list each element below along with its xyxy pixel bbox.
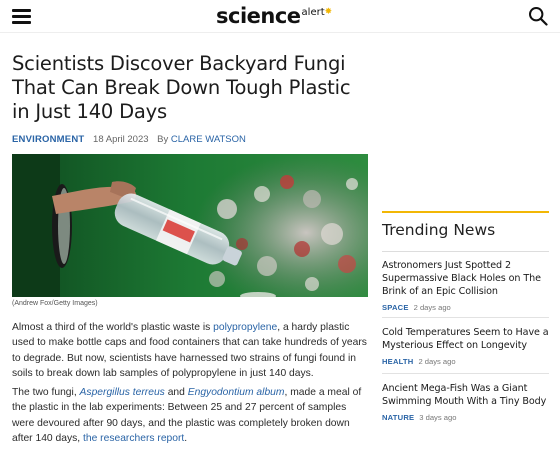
image-credit: (Andrew Fox/Getty Images) xyxy=(12,300,98,307)
trending-item-meta: HEALTH 2 days ago xyxy=(382,357,549,366)
paragraph-1: Almost a third of the world's plastic wa… xyxy=(12,322,367,379)
trending-sidebar: Trending News Astronomers Just Spotted 2… xyxy=(382,211,549,428)
trending-item[interactable]: Astronomers Just Spotted 2 Supermassive … xyxy=(382,252,549,318)
trending-item-category[interactable]: NATURE xyxy=(382,413,414,422)
species-name-1[interactable]: Aspergillus terreus xyxy=(80,387,165,398)
trending-title: Trending News xyxy=(382,220,549,252)
article-header: Scientists Discover Backyard Fungi That … xyxy=(12,52,368,146)
trending-item-time: 2 days ago xyxy=(418,357,456,366)
trending-item-category[interactable]: SPACE xyxy=(382,303,409,312)
trending-item-category[interactable]: HEALTH xyxy=(382,357,413,366)
site-logo[interactable]: science alert ✸ xyxy=(216,4,332,28)
trending-item-title[interactable]: Ancient Mega-Fish Was a Giant Swimming M… xyxy=(382,382,549,408)
byline-prefix: By xyxy=(157,134,169,145)
polypropylene-link[interactable]: polypropylene xyxy=(213,322,277,333)
trending-item-title[interactable]: Astronomers Just Spotted 2 Supermassive … xyxy=(382,259,549,298)
trending-item-time: 3 days ago xyxy=(419,413,457,422)
article-body: Almost a third of the world's plastic wa… xyxy=(12,320,368,450)
author-link[interactable]: CLARE WATSON xyxy=(171,134,246,145)
researchers-report-link[interactable]: the researchers report xyxy=(83,433,184,444)
hero-image xyxy=(12,154,368,297)
publish-date: 18 April 2023 xyxy=(93,134,149,145)
trending-item-meta: NATURE 3 days ago xyxy=(382,413,549,422)
hamburger-menu-icon[interactable] xyxy=(12,9,31,24)
site-header: science alert ✸ xyxy=(0,0,560,33)
article-meta: ENVIRONMENT 18 April 2023 By CLARE WATSO… xyxy=(12,134,368,146)
paragraph-2: The two fungi, Aspergillus terreus and E… xyxy=(12,387,362,445)
trending-item-title[interactable]: Cold Temperatures Seem to Have a Mysteri… xyxy=(382,326,549,352)
logo-wordmark: science xyxy=(216,4,301,28)
article-headline: Scientists Discover Backyard Fungi That … xyxy=(12,52,351,123)
trending-item-meta: SPACE 2 days ago xyxy=(382,303,549,312)
category-link[interactable]: ENVIRONMENT xyxy=(12,134,84,145)
trending-accent-rule xyxy=(382,211,549,213)
trending-item[interactable]: Ancient Mega-Fish Was a Giant Swimming M… xyxy=(382,374,549,428)
trending-item[interactable]: Cold Temperatures Seem to Have a Mysteri… xyxy=(382,318,549,374)
spark-icon: ✸ xyxy=(324,6,333,16)
logo-alert-text: alert xyxy=(301,7,325,18)
trending-item-time: 2 days ago xyxy=(413,303,451,312)
search-icon[interactable] xyxy=(528,6,548,26)
species-name-2[interactable]: Engyodontium album xyxy=(188,387,285,398)
